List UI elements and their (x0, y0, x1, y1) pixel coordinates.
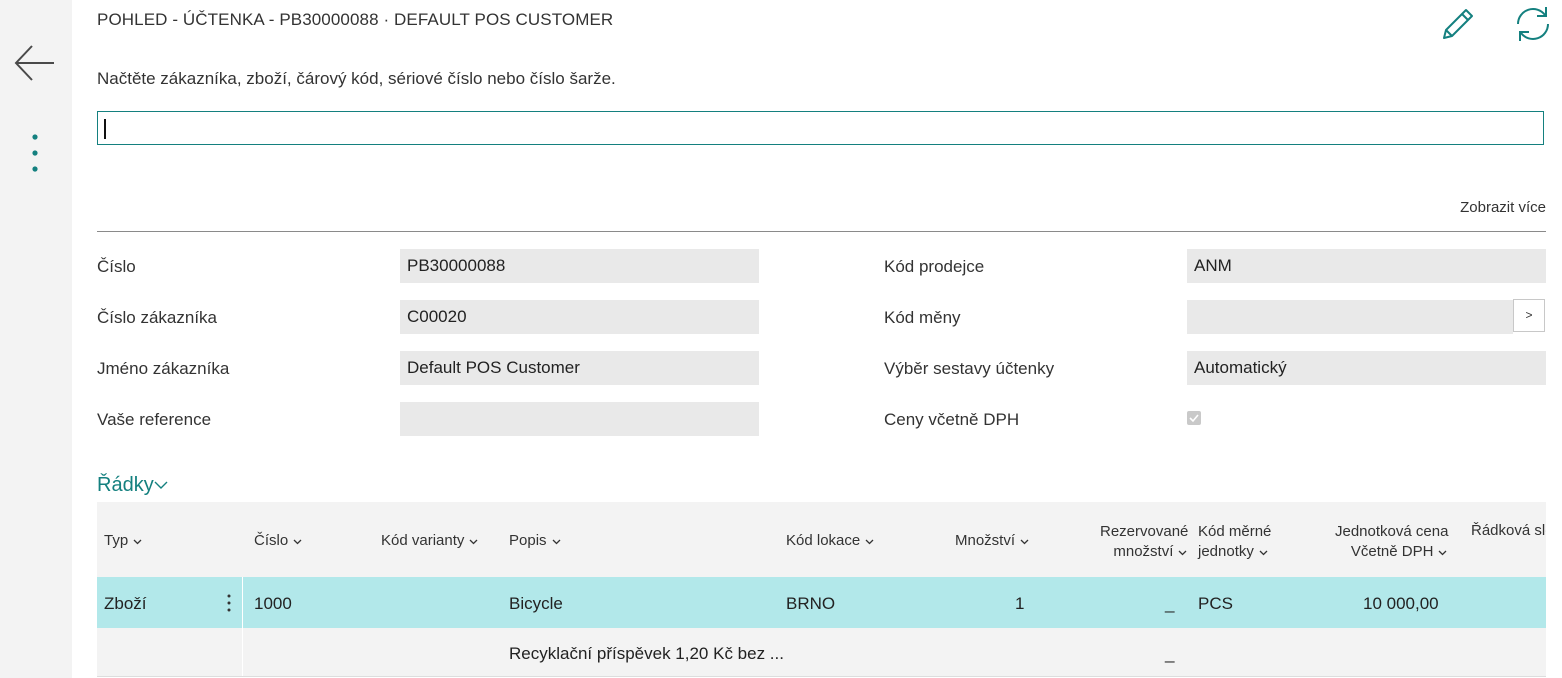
back-button[interactable] (12, 42, 58, 84)
column-popis[interactable]: Popis (509, 532, 562, 549)
cell-cislo[interactable]: 1000 (254, 594, 292, 614)
checkmark-icon (1189, 414, 1199, 423)
field-label-cislo: Číslo (97, 257, 136, 276)
field-cislo-zakaznika[interactable]: C00020 (400, 300, 759, 334)
chevron-down-icon (552, 539, 560, 544)
column-kod-lokace-label: Kód lokace (786, 532, 861, 549)
text-cursor (104, 119, 106, 139)
chevron-down-icon[interactable] (152, 476, 170, 494)
column-popis-label: Popis (509, 532, 547, 549)
column-rezervovane-label-1: Rezervované (1100, 523, 1189, 540)
field-label-ceny-vcetne-dph: Ceny včetně DPH (884, 410, 1020, 429)
chevron-down-icon (1259, 550, 1268, 555)
lines-table-header: Typ Číslo Kód varianty Popis Kód lokace … (97, 502, 1546, 577)
pencil-icon (1443, 9, 1473, 39)
field-label-cislo-zakaznika: Číslo zákazníka (97, 308, 217, 327)
table-row[interactable]: Zboží 1000 Bicycle BRNO 1 _ PCS 10 000,0… (97, 577, 1546, 628)
column-kod-lokace[interactable]: Kód lokace (786, 532, 875, 549)
column-kod-merne-label-1: Kód měrné (1198, 523, 1272, 540)
column-cislo[interactable]: Číslo (254, 532, 303, 549)
field-vyber-sestavy[interactable]: Automatický (1187, 351, 1546, 385)
cell-popis[interactable]: Bicycle (509, 594, 563, 614)
column-mnozstvi[interactable]: Množství (955, 532, 1030, 549)
column-jednotkova-label-1: Jednotková cena (1335, 523, 1449, 540)
column-jednotkova-label-2: Včetně DPH (1350, 543, 1434, 560)
arrow-left-icon (14, 45, 54, 81)
cell-rezervovane[interactable]: _ (1165, 594, 1174, 614)
lines-section-title[interactable]: Řádky (97, 474, 154, 497)
column-typ-label: Typ (104, 532, 129, 549)
column-kod-merne-label-2: jednotky (1198, 543, 1254, 560)
chevron-down-icon (133, 539, 142, 544)
field-label-vase-reference: Vaše reference (97, 410, 212, 429)
field-label-jmeno-zakaznika: Jméno zákazníka (97, 359, 230, 378)
cell-kod-lokace[interactable]: BRNO (786, 594, 835, 614)
column-divider (242, 628, 243, 676)
show-more-link[interactable]: Zobrazit více (1460, 199, 1546, 216)
refresh-button[interactable] (1512, 4, 1554, 44)
kebab-vertical-icon (32, 134, 38, 172)
field-cislo[interactable]: PB30000088 (400, 249, 759, 283)
chevron-down-icon (1020, 539, 1029, 544)
column-mnozstvi-label: Množství (955, 532, 1016, 549)
kod-meny-lookup-button[interactable]: > (1513, 299, 1545, 332)
refresh-icon (1517, 7, 1549, 41)
column-kod-varianty[interactable]: Kód varianty (381, 532, 479, 549)
field-label-kod-meny: Kód měny (884, 308, 961, 327)
chevron-down-icon (865, 539, 874, 544)
edit-button[interactable] (1436, 4, 1478, 44)
column-typ[interactable]: Typ (104, 532, 143, 549)
field-kod-prodejce[interactable]: ANM (1187, 249, 1546, 283)
ceny-vcetne-dph-checkbox[interactable] (1187, 411, 1201, 425)
column-radkova-sleva[interactable]: Řádková sle (1471, 522, 1546, 539)
cell-typ[interactable]: Zboží (104, 594, 147, 614)
scan-instruction: Načtěte zákazníka, zboží, čárový kód, sé… (97, 69, 616, 88)
column-kod-merne-jednotky[interactable]: Kód měrné jednotky (1198, 522, 1271, 562)
chevron-down-icon (469, 539, 478, 544)
page-title: POHLED - ÚČTENKA - PB30000088 · DEFAULT … (97, 10, 614, 29)
cell-mnozstvi[interactable]: 1 (1015, 594, 1024, 614)
cell-jednotkova-cena[interactable]: 10 000,00 (1363, 594, 1439, 614)
field-jmeno-zakaznika[interactable]: Default POS Customer (400, 351, 759, 385)
column-jednotkova-cena[interactable]: Jednotková cena Včetně DPH (1335, 522, 1448, 562)
column-divider (242, 577, 243, 628)
chevron-down-icon (1178, 550, 1187, 555)
table-row[interactable]: Recyklační příspěvek 1,20 Kč bez ... _ (97, 628, 1546, 677)
field-kod-meny[interactable] (1187, 300, 1513, 334)
row-actions-kebab-icon[interactable] (226, 593, 232, 613)
cell-rezervovane[interactable]: _ (1165, 644, 1174, 664)
field-label-vyber-sestavy: Výběr sestavy účtenky (884, 359, 1055, 378)
column-kod-varianty-label: Kód varianty (381, 532, 465, 549)
column-rezervovane-mnozstvi[interactable]: Rezervované množství (1100, 522, 1188, 562)
left-sidebar (0, 0, 72, 678)
more-actions-button[interactable] (28, 133, 42, 175)
cell-popis[interactable]: Recyklační příspěvek 1,20 Kč bez ... (509, 644, 784, 664)
field-label-kod-prodejce: Kód prodejce (884, 257, 985, 276)
scan-input[interactable] (97, 111, 1544, 145)
chevron-down-icon (1438, 550, 1447, 555)
field-vase-reference[interactable] (400, 402, 759, 436)
column-cislo-label: Číslo (254, 532, 289, 549)
section-divider (97, 231, 1546, 232)
cell-kod-merne[interactable]: PCS (1198, 594, 1233, 614)
chevron-down-icon (293, 539, 302, 544)
column-rezervovane-label-2: množství (1113, 543, 1174, 560)
